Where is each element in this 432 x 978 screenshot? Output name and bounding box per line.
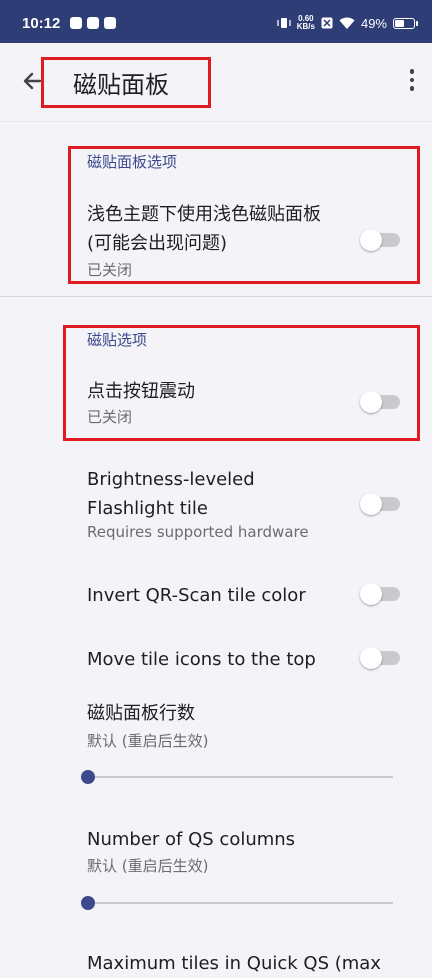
rows-slider[interactable] bbox=[81, 770, 393, 784]
highlight-box-tile-options bbox=[63, 325, 420, 441]
nfc-icon bbox=[321, 17, 333, 29]
rows-title: 磁贴面板行数 bbox=[87, 703, 195, 724]
status-time: 10:12 bbox=[22, 15, 61, 32]
columns-slider-thumb[interactable] bbox=[81, 896, 95, 910]
columns-summary: 默认 (重启后生效) bbox=[87, 857, 209, 875]
rows-summary: 默认 (重启后生效) bbox=[87, 732, 209, 750]
battery-tip bbox=[416, 20, 418, 26]
more-options-icon[interactable] bbox=[406, 69, 418, 95]
invert-qr-title: Invert QR-Scan tile color bbox=[87, 585, 306, 606]
app-bar-divider bbox=[0, 121, 432, 122]
rows-slider-thumb[interactable] bbox=[81, 770, 95, 784]
flashlight-title: Brightness-leveled Flashlight tile bbox=[87, 469, 255, 519]
invert-qr-switch[interactable] bbox=[360, 583, 400, 605]
mail-icon bbox=[87, 17, 99, 29]
network-speed: 0.60 KB/s bbox=[296, 14, 315, 31]
status-icons: 0.60 KB/s 49% bbox=[277, 15, 418, 31]
battery-percent: 49% bbox=[360, 15, 387, 31]
section-divider bbox=[0, 296, 432, 297]
vibrate-icon bbox=[277, 18, 291, 28]
move-icons-title: Move tile icons to the top bbox=[87, 649, 316, 670]
highlight-box-panel-options bbox=[68, 146, 420, 284]
status-bar: 10:12 0.60 KB/s 49% bbox=[0, 0, 432, 43]
tiktok-icon bbox=[104, 17, 116, 29]
flashlight-switch[interactable] bbox=[360, 493, 400, 515]
notification-app-icon bbox=[70, 17, 82, 29]
columns-title: Number of QS columns bbox=[87, 829, 296, 850]
wifi-icon bbox=[339, 17, 355, 29]
highlight-box-title bbox=[41, 57, 211, 108]
move-icons-switch[interactable] bbox=[360, 647, 400, 669]
flashlight-summary: Requires supported hardware bbox=[87, 523, 309, 541]
battery-icon bbox=[393, 17, 415, 29]
columns-slider[interactable] bbox=[81, 896, 393, 910]
